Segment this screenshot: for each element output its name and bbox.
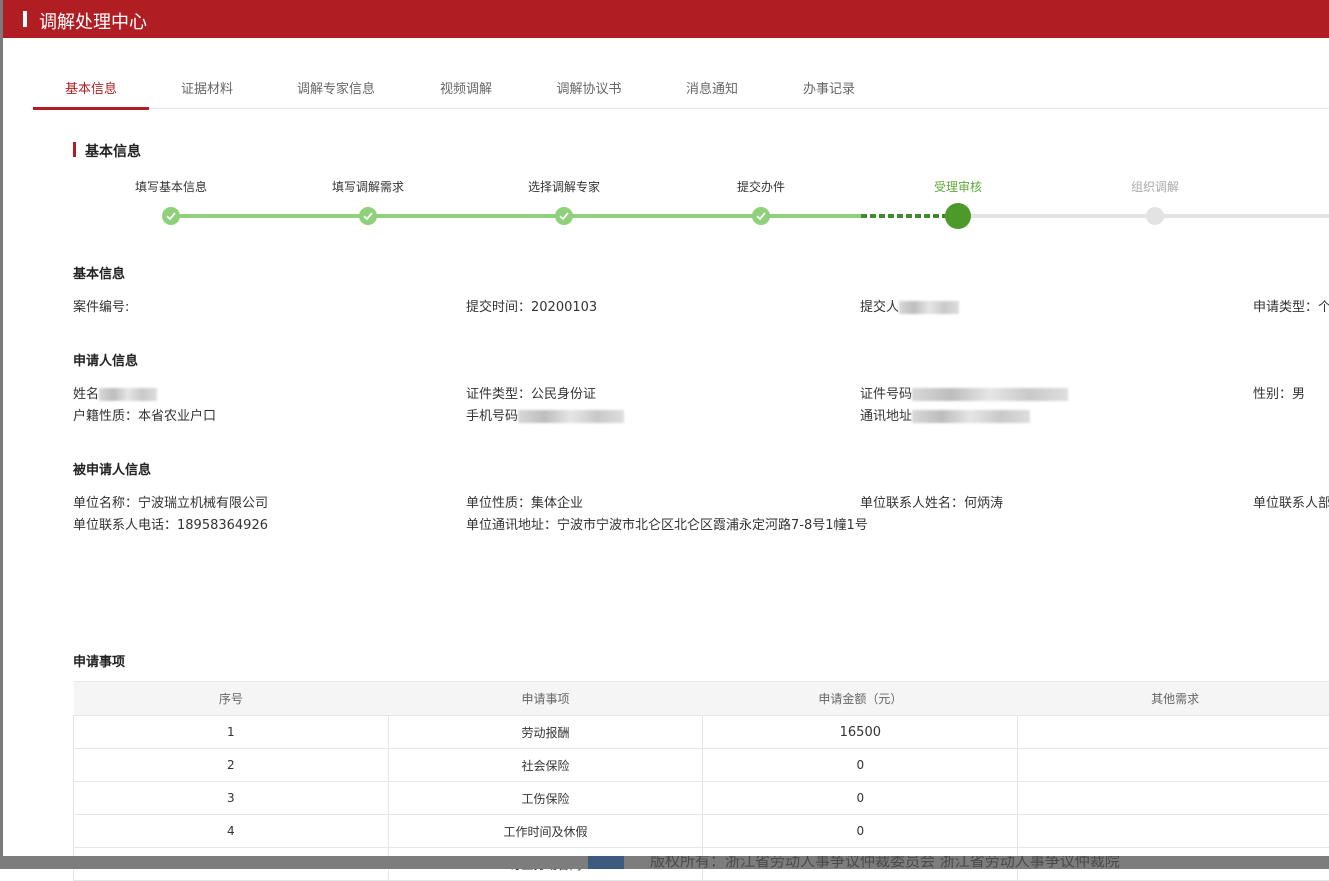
tab-basic-info[interactable]: 基本信息 <box>33 74 149 108</box>
tab-evidence[interactable]: 证据材料 <box>149 74 265 108</box>
step-label-organize: 组织调解 <box>1131 178 1179 195</box>
applicant-name-label: 姓名 <box>73 387 99 402</box>
footer-logo <box>588 856 624 869</box>
step-label-fill-basic: 填写基本信息 <box>135 178 207 195</box>
table-cell <box>1018 749 1329 782</box>
step-label-review: 受理审核 <box>934 178 982 195</box>
header-accent-bar <box>23 11 27 27</box>
basic-info-title: 基本信息 <box>73 263 125 282</box>
apply-type: 申请类型：个 <box>1253 296 1329 315</box>
table-cell <box>1018 782 1329 815</box>
step-future-dot <box>1146 207 1164 225</box>
table-cell: 0 <box>703 749 1018 782</box>
respondent-contact-phone: 单位联系人电话：18958364926 <box>73 514 268 533</box>
applicant-gender: 性别：男 <box>1253 383 1305 402</box>
table-cell: 4 <box>74 815 389 848</box>
tab-bar: 基本信息 证据材料 调解专家信息 视频调解 调解协议书 消息通知 办事记录 <box>33 74 1329 109</box>
table-header-row: 序号 申请事项 申请金额（元） 其他需求 <box>74 682 1329 716</box>
applicant-title: 申请人信息 <box>73 350 138 369</box>
applicant-phone-field: 手机号码 <box>466 405 624 424</box>
redacted-value <box>899 301 959 314</box>
table-cell: 工伤保险 <box>388 782 703 815</box>
redacted-value <box>912 388 1068 401</box>
applicant-name-field: 姓名 <box>73 383 157 402</box>
respondent-contact-dept: 单位联系人部 <box>1253 492 1329 511</box>
redacted-value <box>518 410 624 423</box>
applicant-address-label: 通讯地址 <box>860 409 912 424</box>
progress-line-active <box>861 214 951 218</box>
progress-steps: 填写基本信息 填写调解需求 选择调解专家 提交办件 受理审核 组织调解 <box>0 170 1329 240</box>
table-cell: 劳动报酬 <box>388 716 703 749</box>
table-cell: 工作时间及休假 <box>388 815 703 848</box>
applicant-phone-label: 手机号码 <box>466 409 518 424</box>
step-label-submit: 提交办件 <box>737 178 785 195</box>
applicant-id-no-field: 证件号码 <box>860 383 1068 402</box>
submitter-label: 提交人 <box>860 300 899 315</box>
applicant-household: 户籍性质：本省农业户口 <box>73 405 216 424</box>
table-cell: 16500 <box>703 716 1018 749</box>
column-header-other: 其他需求 <box>1018 682 1329 716</box>
step-check-icon <box>162 207 180 225</box>
tab-video-mediation[interactable]: 视频调解 <box>407 74 525 108</box>
applicant-address-field: 通讯地址 <box>860 405 1030 424</box>
table-cell: 0 <box>703 815 1018 848</box>
applicant-id-type: 证件类型：公民身份证 <box>466 383 596 402</box>
column-header-item: 申请事项 <box>388 682 703 716</box>
claims-table: 序号 申请事项 申请金额（元） 其他需求 1 劳动报酬 16500 2 社会保险… <box>73 681 1329 881</box>
app-header: 调解处理中心 <box>3 0 1329 38</box>
case-number: 案件编号: <box>73 296 129 315</box>
table-cell: 1 <box>74 716 389 749</box>
table-cell <box>1018 716 1329 749</box>
table-cell <box>1018 815 1329 848</box>
step-label-fill-needs: 填写调解需求 <box>332 178 404 195</box>
column-header-amount: 申请金额（元） <box>703 682 1018 716</box>
step-check-icon <box>359 207 377 225</box>
step-label-choose-expert: 选择调解专家 <box>528 178 600 195</box>
page-footer: 版权所有：浙江省劳动人事争议仲裁委员会 浙江省劳动人事争议仲裁院 <box>0 856 1329 869</box>
tab-records[interactable]: 办事记录 <box>771 74 887 108</box>
applicant-id-no-label: 证件号码 <box>860 387 912 402</box>
table-row: 2 社会保险 0 <box>74 749 1329 782</box>
respondent-company-address: 单位通讯地址：宁波市宁波市北仑区北仑区霞浦永定河路7-8号1幢1号 <box>466 514 868 533</box>
tab-notifications[interactable]: 消息通知 <box>653 74 771 108</box>
table-cell: 0 <box>703 782 1018 815</box>
table-row: 1 劳动报酬 16500 <box>74 716 1329 749</box>
tab-agreement[interactable]: 调解协议书 <box>525 74 653 108</box>
footer-copyright: 版权所有：浙江省劳动人事争议仲裁委员会 浙江省劳动人事争议仲裁院 <box>650 856 1120 869</box>
column-header-index: 序号 <box>74 682 389 716</box>
table-row: 4 工作时间及休假 0 <box>74 815 1329 848</box>
respondent-nature: 单位性质：集体企业 <box>466 492 583 511</box>
step-check-icon <box>555 207 573 225</box>
respondent-title: 被申请人信息 <box>73 459 151 478</box>
table-cell: 3 <box>74 782 389 815</box>
window-left-edge <box>0 0 3 869</box>
section-title: 基本信息 <box>73 141 141 161</box>
redacted-value <box>912 410 1030 423</box>
table-cell: 社会保险 <box>388 749 703 782</box>
step-check-icon <box>752 207 770 225</box>
progress-line-pending <box>958 214 1329 218</box>
respondent-contact-name: 单位联系人姓名：何炳涛 <box>860 492 1003 511</box>
respondent-company: 单位名称：宁波瑞立机械有限公司 <box>73 492 268 511</box>
tab-mediator-info[interactable]: 调解专家信息 <box>265 74 407 108</box>
submit-time: 提交时间：20200103 <box>466 296 597 315</box>
step-current-dot <box>945 203 971 229</box>
table-row: 3 工伤保险 0 <box>74 782 1329 815</box>
table-cell: 2 <box>74 749 389 782</box>
app-title: 调解处理中心 <box>39 8 147 34</box>
claims-title: 申请事项 <box>73 651 125 670</box>
redacted-value <box>99 388 157 401</box>
submitter-field: 提交人 <box>860 296 959 315</box>
